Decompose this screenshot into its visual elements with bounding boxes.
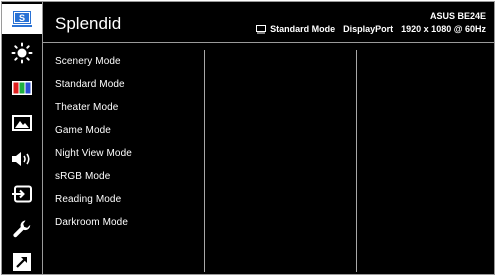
shortcut-icon [13,253,31,271]
sidebar-item-system-setup[interactable] [2,214,42,244]
splendid-mode-list: Scenery Mode Standard Mode Theater Mode … [55,54,205,238]
sidebar-item-color[interactable] [2,73,42,103]
sound-icon [12,152,30,166]
input-source: DisplayPort [343,24,394,34]
model-name: ASUS BE24E [429,11,486,21]
sidebar: S [2,2,42,274]
sidebar-item-splendid[interactable]: S [2,4,42,34]
sidebar-item-brightness[interactable] [2,38,42,68]
osd-window: S Splendid ASUS BE24E Standard Mode Disp… [1,1,495,275]
monitor-icon [256,24,267,33]
input-select-icon [12,185,32,203]
header: Splendid ASUS BE24E Standard Mode Displa… [43,2,494,42]
menu-item-darkroom-mode[interactable]: Darkroom Mode [55,215,205,238]
sidebar-item-shortcut[interactable] [2,247,42,277]
brightness-icon [11,42,33,64]
menu-item-srgb-mode[interactable]: sRGB Mode [55,169,205,192]
splendid-icon: S [12,11,32,27]
sidebar-item-image[interactable] [2,108,42,138]
wrench-icon [13,220,31,238]
current-mode: Standard Mode [270,24,336,34]
menu-item-standard-mode[interactable]: Standard Mode [55,77,205,100]
sidebar-item-sound[interactable] [2,144,42,174]
menu-item-reading-mode[interactable]: Reading Mode [55,192,205,215]
column-divider-1 [204,50,205,272]
image-icon [12,115,32,131]
header-divider [43,42,494,43]
resolution: 1920 x 1080 @ 60Hz [401,24,486,34]
color-icon [12,81,32,95]
column-divider-2 [356,50,357,272]
menu-item-theater-mode[interactable]: Theater Mode [55,100,205,123]
menu-item-night-view-mode[interactable]: Night View Mode [55,146,205,169]
menu-item-scenery-mode[interactable]: Scenery Mode [55,54,205,77]
page-title: Splendid [55,14,122,33]
status-bar: Standard Mode DisplayPort 1920 x 1080 @ … [256,24,486,34]
menu-item-game-mode[interactable]: Game Mode [55,123,205,146]
sidebar-item-input-select[interactable] [2,179,42,209]
svg-text:S: S [19,13,25,23]
